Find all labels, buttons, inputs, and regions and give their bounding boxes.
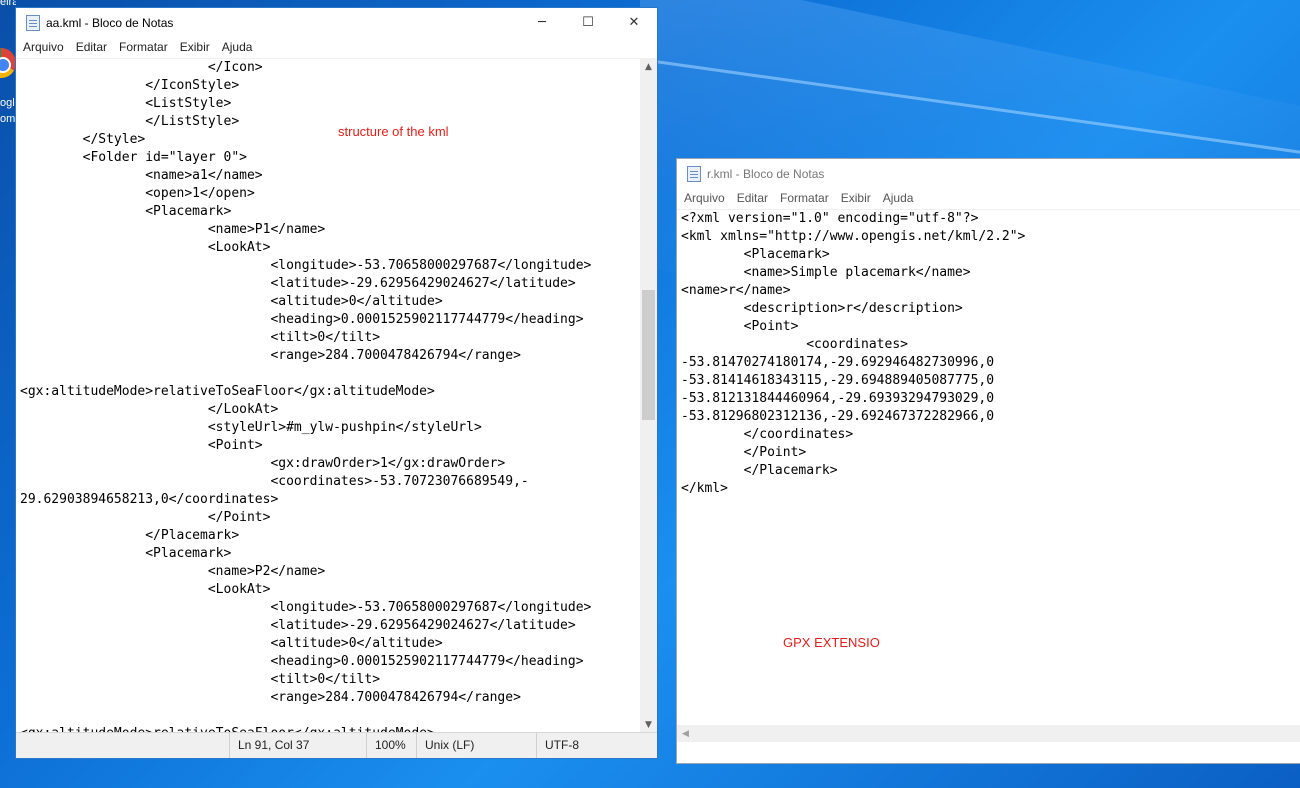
menu-editar[interactable]: Editar (71, 40, 114, 54)
code-line: </Placemark> (681, 463, 838, 478)
menu-exibir[interactable]: Exibir (836, 191, 878, 205)
code-line: <ListStyle> (20, 96, 232, 111)
menu-arquivo[interactable]: Arquivo (18, 40, 71, 54)
code-line: <latitude>-29.62956429024627</latitude> (20, 276, 576, 291)
code-line: <Point> (681, 319, 799, 334)
code-line: <?xml version="1.0" encoding="utf-8"?> (681, 211, 979, 226)
menu-exibir[interactable]: Exibir (175, 40, 217, 54)
text-editor-area[interactable]: </Icon> </IconStyle> <ListStyle> </ListS… (16, 58, 640, 733)
code-line: <tilt>0</tilt> (20, 330, 381, 345)
status-cursor-position: Ln 91, Col 37 (229, 733, 365, 758)
chrome-desktop-icon[interactable] (0, 48, 16, 78)
minimize-icon: ─ (538, 15, 546, 30)
code-line: </kml> (681, 481, 728, 496)
code-line: <altitude>0</altitude> (20, 294, 443, 309)
title-bar[interactable]: aa.kml - Bloco de Notas ─ ☐ ✕ (16, 8, 657, 37)
code-line: <longitude>-53.70658000297687</longitude… (20, 600, 592, 615)
code-line: <Point> (20, 438, 263, 453)
code-line: </Icon> (20, 60, 263, 75)
code-line: </LookAt> (20, 402, 279, 417)
code-line: </IconStyle> (20, 78, 240, 93)
code-line: </Point> (20, 510, 271, 525)
code-line: -53.81414618343115,-29.694889405087775,0 (681, 373, 995, 388)
window-title: aa.kml - Bloco de Notas (46, 15, 174, 30)
status-line-ending: Unix (LF) (416, 733, 536, 758)
code-line: -53.81470274180174,-29.692946482730996,0 (681, 355, 995, 370)
code-line: <Placemark> (681, 247, 830, 262)
close-button[interactable]: ✕ (611, 8, 657, 37)
code-line: <kml xmlns="http://www.opengis.net/kml/2… (681, 229, 1026, 244)
menu-ajuda[interactable]: Ajuda (878, 191, 921, 205)
code-line: </Point> (681, 445, 807, 460)
scroll-up-icon[interactable]: ▲ (640, 58, 657, 75)
code-line: <LookAt> (20, 240, 271, 255)
code-line: -53.812131844460964,-29.69393294793029,0 (681, 391, 995, 406)
code-line: </coordinates> (681, 427, 854, 442)
code-line: -53.81296802312136,-29.692467372282966,0 (681, 409, 995, 424)
status-bar: Ln 91, Col 37 100% Unix (LF) UTF-8 (16, 732, 657, 758)
notepad-icon (26, 14, 40, 31)
status-encoding: UTF-8 (536, 733, 657, 758)
status-zoom: 100% (366, 733, 416, 758)
annotation-gpx-extension: GPX EXTENSIO (783, 635, 880, 650)
minimize-button[interactable]: ─ (519, 8, 565, 37)
code-line: <Folder id="layer 0"> (20, 150, 247, 165)
menu-bar: Arquivo Editar Formatar Exibir Ajuda (16, 37, 657, 56)
scroll-down-icon[interactable]: ▼ (640, 716, 657, 733)
code-line: <coordinates> (681, 337, 908, 352)
desktop-label-chrome: om (0, 113, 16, 125)
menu-arquivo[interactable]: Arquivo (679, 191, 732, 205)
window-controls: ─ ☐ ✕ (519, 8, 657, 37)
code-line: <altitude>0</altitude> (20, 636, 443, 651)
maximize-button[interactable]: ☐ (565, 8, 611, 37)
notepad-window-aa-kml[interactable]: aa.kml - Bloco de Notas ─ ☐ ✕ Arquivo Ed… (15, 7, 658, 759)
horizontal-scrollbar[interactable]: ◀ (677, 725, 1300, 742)
menu-formatar[interactable]: Formatar (775, 191, 836, 205)
menu-formatar[interactable]: Formatar (114, 40, 175, 54)
code-line: <description>r</description> (681, 301, 963, 316)
code-line: <latitude>-29.62956429024627</latitude> (20, 618, 576, 633)
window-title: r.kml - Bloco de Notas (707, 166, 825, 181)
code-line: <name>r</name> (681, 283, 791, 298)
title-bar[interactable]: r.kml - Bloco de Notas (677, 159, 1300, 188)
scroll-thumb[interactable] (642, 290, 655, 420)
code-line: <range>284.7000478426794</range> (20, 348, 521, 363)
code-line: <longitude>-53.70658000297687</longitude… (20, 258, 592, 273)
code-line: <styleUrl>#m_ylw-pushpin</styleUrl> (20, 420, 482, 435)
menu-editar[interactable]: Editar (732, 191, 775, 205)
scroll-left-icon[interactable]: ◀ (677, 725, 694, 742)
code-line: <LookAt> (20, 582, 271, 597)
notepad-icon (687, 165, 701, 182)
code-line: <name>a1</name> (20, 168, 263, 183)
vertical-scrollbar[interactable]: ▲ ▼ (640, 58, 657, 733)
text-editor-area[interactable]: <?xml version="1.0" encoding="utf-8"?> <k… (677, 209, 1300, 724)
code-line: <name>Simple placemark</name> (681, 265, 971, 280)
code-line: <heading>0.0001525902117744779</heading> (20, 312, 584, 327)
code-line: <Placemark> (20, 546, 232, 561)
annotation-kml-structure: structure of the kml (338, 124, 449, 139)
notepad-window-r-kml[interactable]: r.kml - Bloco de Notas Arquivo Editar Fo… (676, 158, 1300, 764)
code-line: <name>P2</name> (20, 564, 326, 579)
code-line: <gx:drawOrder>1</gx:drawOrder> (20, 456, 506, 471)
close-icon: ✕ (628, 15, 640, 30)
code-line: <name>P1</name> (20, 222, 326, 237)
code-line: <coordinates>-53.70723076689549,- (20, 474, 529, 489)
code-line: </Placemark> (20, 528, 240, 543)
code-line: <range>284.7000478426794</range> (20, 690, 521, 705)
code-line: 29.62903894658213,0</coordinates> (20, 492, 279, 507)
desktop-label-google: ogl (0, 97, 15, 109)
code-line: </ListStyle> (20, 114, 240, 129)
code-line: <Placemark> (20, 204, 232, 219)
code-line: <tilt>0</tilt> (20, 672, 381, 687)
menu-ajuda[interactable]: Ajuda (217, 40, 260, 54)
code-line: <heading>0.0001525902117744779</heading> (20, 654, 584, 669)
code-line: <gx:altitudeMode>relativeToSeaFloor</gx:… (20, 384, 435, 399)
code-line: </Style> (20, 132, 146, 147)
code-line: <open>1</open> (20, 186, 255, 201)
desktop-label-top: eira (0, 0, 16, 8)
menu-bar: Arquivo Editar Formatar Exibir Ajuda (677, 188, 1300, 207)
maximize-icon: ☐ (582, 15, 594, 30)
